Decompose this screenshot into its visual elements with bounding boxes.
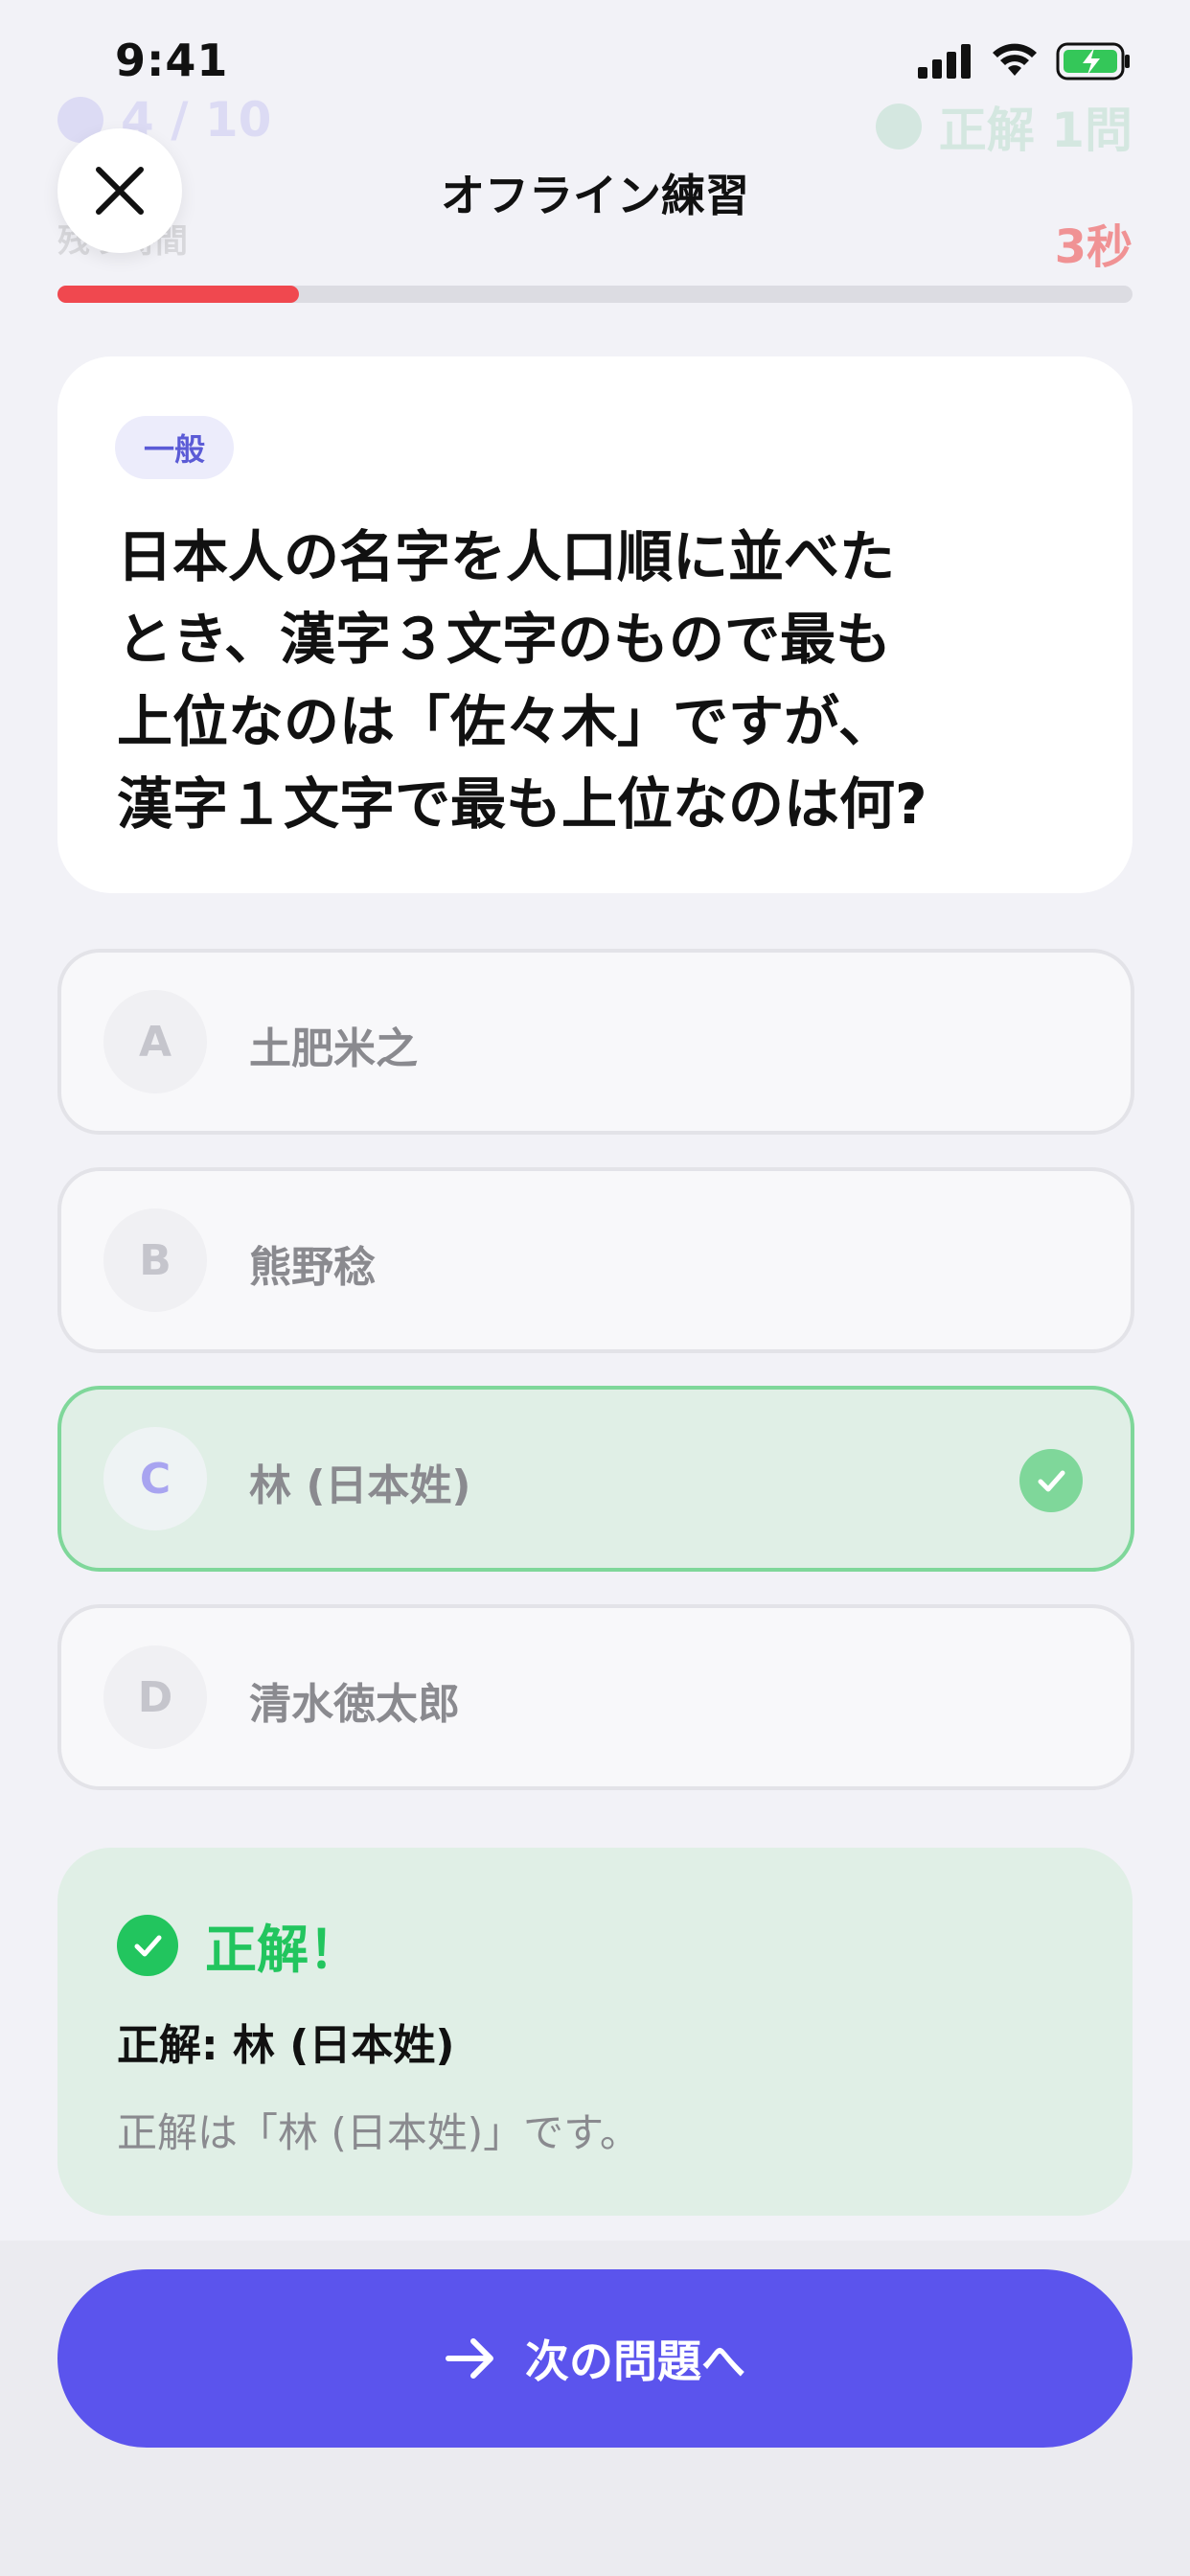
question-card: 一般 日本人の名字を人口順に並べた とき、漢字３文字のもので最も 上位なのは「佐… (57, 356, 1133, 893)
checkmark-icon (1019, 1449, 1083, 1512)
option-label: 清水徳太郎 (249, 1680, 460, 1729)
option-letter: A (103, 990, 207, 1093)
correct-count: 正解 1問 (875, 92, 1133, 161)
feedback-title: 正解！ (205, 1920, 360, 1980)
option-c[interactable]: C 林 (日本姓) (57, 1386, 1134, 1572)
option-a[interactable]: A 土肥米之 (57, 949, 1134, 1135)
correct-answer-text: 正解: 林 (日本姓) (117, 2021, 455, 2070)
option-label: 土肥米之 (249, 1024, 418, 1073)
correct-count-icon (875, 104, 922, 150)
wifi-icon (993, 43, 1037, 76)
close-icon (96, 167, 144, 215)
timer: 3秒 (1054, 220, 1133, 274)
next-question-button[interactable]: 次の問題へ (57, 2269, 1133, 2448)
question-text: 日本人の名字を人口順に並べた とき、漢字３文字のもので最も 上位なのは「佐々木」… (117, 524, 927, 837)
option-b[interactable]: B 熊野稔 (57, 1167, 1134, 1353)
answer-feedback-card: 正解！ 正解: 林 (日本姓) 正解は「林 (日本姓)」です。 (57, 1848, 1133, 2216)
check-circle-icon (117, 1914, 178, 1976)
category-badge: 一般 (115, 416, 235, 479)
next-button-label: 次の問題へ (525, 2335, 745, 2387)
status-time: 9:41 (115, 34, 229, 86)
option-label: 熊野稔 (249, 1243, 376, 1292)
feedback-header: 正解！ (117, 1907, 360, 1983)
close-button[interactable] (57, 128, 182, 253)
cellular-signal-icon (918, 44, 971, 79)
correct-count-text: 正解 1問 (938, 103, 1133, 158)
option-letter: D (103, 1645, 207, 1749)
option-d[interactable]: D 清水徳太郎 (57, 1604, 1134, 1790)
status-icons (918, 42, 1133, 80)
explanation-text: 正解は「林 (日本姓)」です。 (117, 2109, 640, 2156)
timer-progress-bar (57, 286, 1133, 303)
option-letter: B (103, 1208, 207, 1312)
battery-charging-icon (1056, 42, 1130, 80)
option-label: 林 (日本姓) (249, 1461, 471, 1510)
arrow-right-icon (446, 2338, 493, 2379)
timer-progress-fill (57, 286, 300, 303)
option-letter: C (103, 1427, 207, 1530)
